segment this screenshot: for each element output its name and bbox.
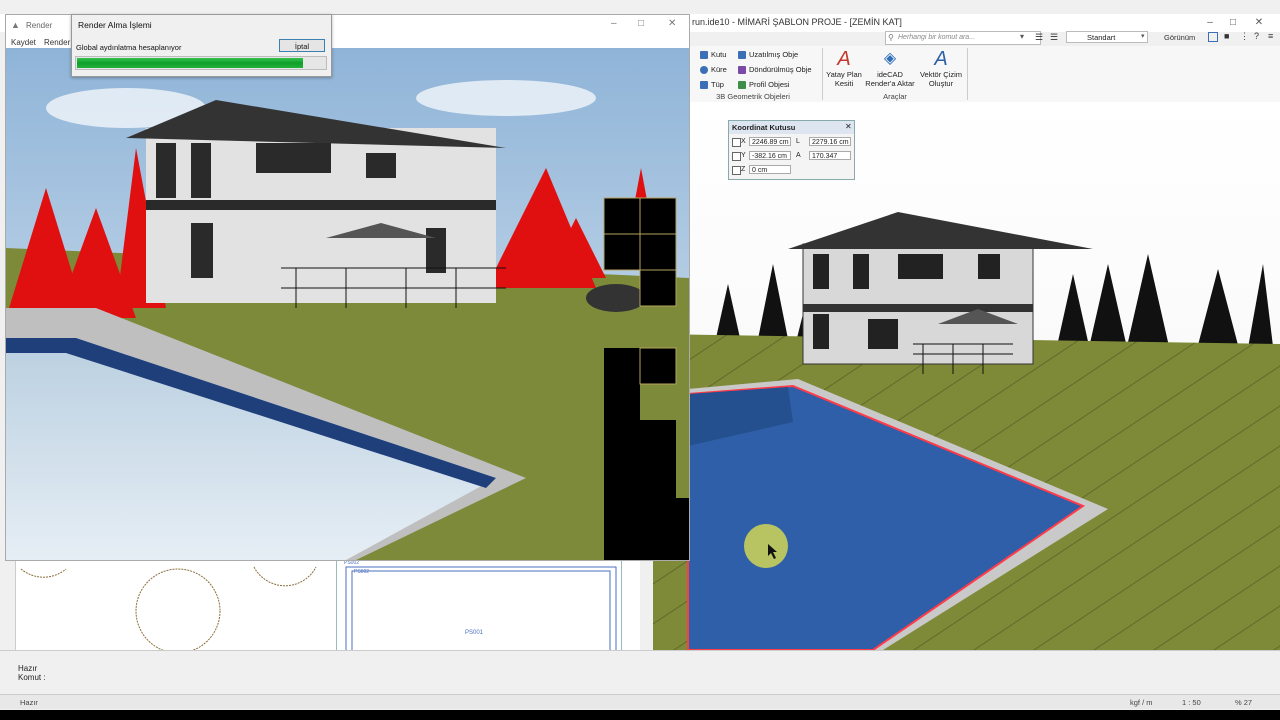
units-readout[interactable]: kgf / m (1130, 698, 1153, 707)
list-icon[interactable]: ☰ (1050, 32, 1058, 43)
view-menu[interactable]: Görünüm (1164, 33, 1195, 42)
profile-icon (738, 81, 746, 90)
tube-icon (700, 81, 708, 90)
3d-viewport[interactable] (653, 104, 1280, 650)
render-car (586, 284, 646, 312)
progress-dialog-title: Render Alma İşlemi (78, 20, 152, 30)
menu-save[interactable]: Kaydet (11, 38, 36, 47)
l-label: L (796, 138, 800, 145)
maximize-icon[interactable]: □ (638, 18, 644, 29)
plan-label-center: PS001 (465, 630, 484, 636)
layers-icon[interactable]: ☰ (1035, 32, 1043, 43)
command-status: Hazır (18, 664, 38, 673)
scale-readout[interactable]: 1 : 50 (1182, 698, 1201, 707)
render-window: ▲ Render – □ ✕ Kaydet Render (5, 14, 690, 561)
l-field[interactable]: 2279.16 cm (809, 137, 851, 146)
quick-toolbar: Herhangi bir komut ara... ⚲ ▾ ☰ ☰ Standa… (688, 31, 1280, 45)
ribbon: Kutu Küre Tüp Uzatılmış Obje Döndürülmüş… (688, 46, 1280, 103)
y-checkbox[interactable] (732, 152, 741, 161)
vector-drawing-button[interactable]: A Vektör Çizim Oluştur (918, 48, 964, 88)
status-bar: Hazır kgf / m 1 : 50 % 27 (0, 694, 1280, 709)
close-icon[interactable]: ✕ (845, 122, 852, 131)
y-label: Y (741, 152, 746, 159)
settings-icon[interactable]: ≡ (1268, 31, 1273, 41)
profile-object-button[interactable]: Profil Objesi (738, 80, 789, 90)
export-to-render-button[interactable]: ◈ ideCAD Render'a Aktar (864, 48, 916, 88)
main-window-title: run.ide10 - MİMARİ ŞABLON PROJE - [ZEMİN… (692, 17, 902, 27)
x-checkbox[interactable] (732, 138, 741, 147)
tube-button[interactable]: Tüp (700, 80, 724, 90)
progress-bar-fill (77, 58, 303, 68)
cancel-button[interactable]: İptal (279, 39, 325, 52)
3d-scene (653, 104, 1280, 650)
render-app-icon: ▲ (11, 20, 20, 30)
chevron-down-icon[interactable]: ▾ (1141, 32, 1145, 40)
command-input[interactable] (50, 672, 1270, 682)
a-label: A (796, 152, 801, 159)
minimize-icon[interactable]: – (1203, 16, 1217, 30)
horizontal-plan-section-button[interactable]: A Yatay Plan Kesiti (824, 48, 864, 88)
close-icon[interactable]: ✕ (668, 18, 676, 29)
splitter[interactable] (640, 558, 653, 650)
help-icon-2[interactable]: ? (1254, 31, 1259, 41)
command-search-input[interactable]: Herhangi bir komut ara... (885, 31, 1041, 45)
unrendered-tiles (603, 197, 689, 560)
help-icon[interactable]: ⋮ (1240, 31, 1249, 42)
box-icon (700, 51, 708, 60)
y-field[interactable]: -382.16 cm (749, 151, 791, 160)
command-area: Hazır Komut : (0, 650, 1280, 695)
render-progress-dialog: Render Alma İşlemi Global aydınlatma hes… (71, 14, 332, 77)
z-checkbox[interactable] (732, 166, 741, 175)
cursor-highlight (744, 524, 788, 568)
sphere-icon (700, 66, 708, 75)
section-icon: A (837, 48, 851, 70)
progress-message: Global aydınlatma hesaplanıyor (76, 43, 182, 52)
z-label: Z (741, 166, 746, 173)
a-field[interactable]: 170.347 (809, 151, 851, 160)
maximize-icon[interactable]: □ (1226, 16, 1240, 30)
box-button[interactable]: Kutu (700, 50, 726, 60)
ribbon-divider (967, 48, 968, 100)
revolve-icon (738, 66, 746, 75)
plan-label-inner: PS002 (354, 569, 370, 575)
coordinate-box: Koordinat Kutusu ✕ X 2246.89 cm L 2279.1… (728, 120, 855, 180)
render-image (6, 48, 689, 560)
extrude-icon (738, 51, 746, 60)
plan-view-panel[interactable]: PS002 PS002 PS001 (15, 558, 642, 654)
progress-bar (75, 56, 327, 70)
coordinate-box-title: Koordinat Kutusu (729, 121, 854, 134)
chevron-down-icon[interactable]: ▾ (1020, 32, 1024, 41)
user-icon[interactable]: ■ (1224, 31, 1229, 41)
render-house (126, 100, 506, 308)
plan-drawing (20, 559, 622, 654)
z-field[interactable]: 0 cm (749, 165, 791, 174)
sphere-button[interactable]: Küre (700, 65, 727, 75)
render-output (6, 48, 689, 560)
x-field[interactable]: 2246.89 cm (749, 137, 791, 146)
search-icon: ⚲ (888, 33, 894, 42)
render-icon: ◈ (883, 50, 897, 67)
status-text: Hazır (20, 698, 38, 707)
x-label: X (741, 138, 746, 145)
revolved-object-button[interactable]: Döndürülmüş Obje (738, 65, 812, 75)
render-window-title: Render (26, 21, 53, 30)
style-select[interactable]: Standart (1066, 31, 1148, 43)
command-prompt: Komut : (18, 673, 46, 682)
geometric-group-label: 3B Geometrik Objeleri (716, 92, 790, 101)
menu-render[interactable]: Render (44, 38, 70, 47)
tools-group-label: Araçlar (883, 92, 907, 101)
ribbon-divider (822, 48, 823, 100)
extruded-object-button[interactable]: Uzatılmış Obje (738, 50, 798, 60)
zoom-readout[interactable]: % 27 (1235, 698, 1252, 707)
view-icon[interactable] (1208, 32, 1218, 42)
minimize-icon[interactable]: – (611, 18, 617, 29)
close-icon[interactable]: ✕ (1252, 16, 1266, 30)
vector-icon: A (934, 48, 948, 70)
